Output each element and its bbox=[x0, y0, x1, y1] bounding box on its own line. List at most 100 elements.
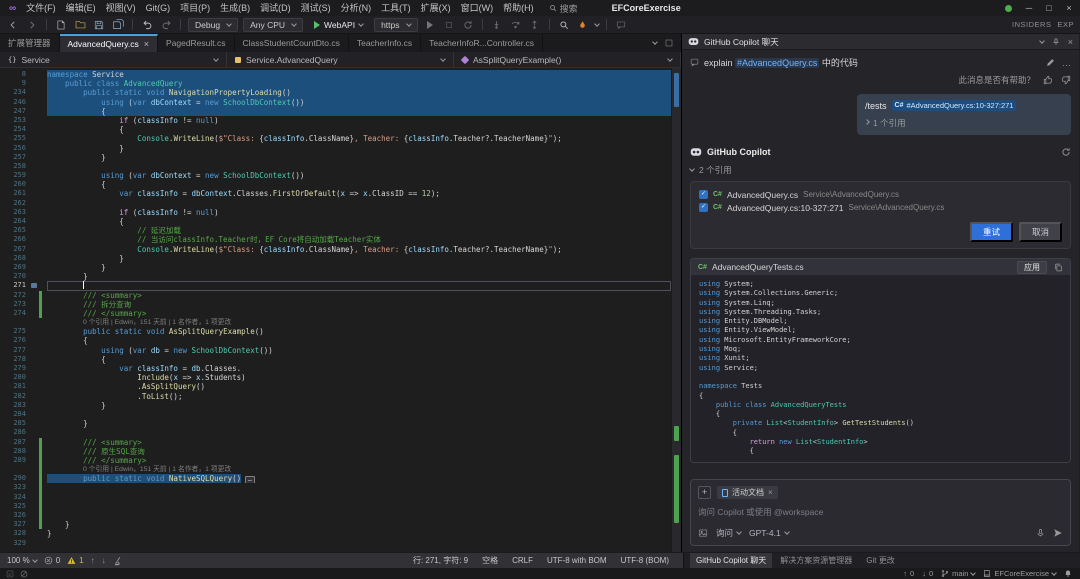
code-line[interactable]: 272 /// <summary> bbox=[0, 291, 671, 300]
code-line[interactable]: 287 /// <summary> bbox=[0, 438, 671, 447]
code-line[interactable]: 323 bbox=[0, 483, 671, 492]
editor-tab[interactable]: TeacherInfoR...Controller.cs bbox=[421, 34, 543, 52]
ide-feedback-icon[interactable] bbox=[614, 18, 628, 32]
window-position-menu-icon[interactable] bbox=[1039, 38, 1045, 44]
menu-item[interactable]: Git(G) bbox=[141, 0, 176, 16]
pin-icon[interactable] bbox=[1052, 38, 1060, 46]
code-line[interactable]: 286 bbox=[0, 428, 671, 437]
dock-tab[interactable]: Git 更改 bbox=[860, 553, 900, 569]
apply-code-button[interactable]: 应用 bbox=[1017, 261, 1047, 274]
menu-item[interactable]: 扩展(X) bbox=[416, 0, 456, 16]
code-line[interactable]: 273 /// 拆分查询 bbox=[0, 300, 671, 309]
find-in-files-icon[interactable] bbox=[557, 18, 571, 32]
menu-item[interactable]: 调试(D) bbox=[255, 0, 296, 16]
code-line[interactable]: 257 } bbox=[0, 153, 671, 162]
code-line[interactable]: 9 public class AdvancedQuery bbox=[0, 79, 671, 88]
voice-input-icon[interactable] bbox=[1036, 528, 1045, 538]
repository-selector[interactable]: EFCoreExercise bbox=[983, 569, 1056, 578]
code-line[interactable]: 234 public static void NavigationPropert… bbox=[0, 88, 671, 97]
line-ending-indicator[interactable]: CRLF bbox=[512, 556, 533, 565]
editor-tab[interactable]: TeacherInfo.cs bbox=[349, 34, 421, 52]
code-line[interactable]: 253 if (classInfo != null) bbox=[0, 116, 671, 125]
code-line[interactable]: 328} bbox=[0, 529, 671, 538]
debug-configuration-dropdown[interactable]: Debug bbox=[188, 18, 238, 32]
editor-tab[interactable]: ClassStudentCountDto.cs bbox=[235, 34, 349, 52]
menu-item[interactable]: 测试(S) bbox=[296, 0, 336, 16]
menu-item[interactable]: 分析(N) bbox=[336, 0, 377, 16]
copilot-status-icon[interactable] bbox=[1005, 5, 1012, 12]
thumbs-down-icon[interactable] bbox=[1061, 75, 1071, 85]
save-icon[interactable] bbox=[92, 18, 106, 32]
redo-icon[interactable] bbox=[159, 18, 173, 32]
code-line[interactable]: 325 bbox=[0, 502, 671, 511]
code-line[interactable]: 284 bbox=[0, 410, 671, 419]
retry-button[interactable]: 重试 bbox=[970, 222, 1013, 242]
code-line[interactable]: 329 bbox=[0, 539, 671, 548]
code-line[interactable]: 290 public static void NativeSQLQuery()… bbox=[0, 474, 671, 483]
code-line[interactable]: 279 var classInfo = db.Classes. bbox=[0, 364, 671, 373]
editor-tab[interactable]: AdvancedQuery.cs× bbox=[60, 34, 158, 52]
editor-tab[interactable]: 扩展管理器 bbox=[0, 34, 60, 52]
step-out-icon[interactable] bbox=[528, 18, 542, 32]
code-line[interactable]: 260 { bbox=[0, 180, 671, 189]
navigate-back-icon[interactable] bbox=[6, 18, 20, 32]
code-cleanup-icon[interactable] bbox=[113, 556, 123, 566]
code-line[interactable]: 262 bbox=[0, 199, 671, 208]
code-line[interactable]: 256 } bbox=[0, 144, 671, 153]
code-line[interactable]: 326 bbox=[0, 511, 671, 520]
breadcrumb-type-dropdown[interactable]: Service.AdvancedQuery bbox=[227, 52, 454, 67]
sync-status-icon[interactable] bbox=[20, 570, 28, 578]
thumbs-up-icon[interactable] bbox=[1043, 75, 1053, 85]
reference-item[interactable]: ✓C#AdvancedQuery.csService\AdvancedQuery… bbox=[699, 188, 1062, 201]
chat-input-box[interactable]: + 活动文档 × 询问 Copilot 或使用 @workspace 询问 GP… bbox=[690, 479, 1071, 546]
code-line[interactable]: 275 public static void AsSplitQueryExamp… bbox=[0, 327, 671, 336]
restart-icon[interactable] bbox=[461, 18, 475, 32]
code-line[interactable]: 0 个引用 | Edwin，151 天前 | 1 名作者，1 项更改 bbox=[0, 465, 671, 474]
next-issue-icon[interactable]: ↓ bbox=[102, 556, 106, 565]
encoding-indicator[interactable]: UTF-8 with BOM bbox=[547, 556, 607, 565]
start-without-debugging-icon[interactable] bbox=[423, 18, 437, 32]
code-line[interactable]: 246 using (var dbContext = new SchoolDbC… bbox=[0, 98, 671, 107]
code-line[interactable]: 283 } bbox=[0, 401, 671, 410]
regenerate-icon[interactable] bbox=[1061, 147, 1071, 157]
code-line[interactable]: 276 { bbox=[0, 336, 671, 345]
indent-mode-indicator[interactable]: 空格 bbox=[482, 555, 498, 566]
remove-context-icon[interactable]: × bbox=[768, 488, 773, 497]
zoom-control[interactable]: 100 % bbox=[7, 556, 37, 565]
code-line[interactable]: 269 } bbox=[0, 263, 671, 272]
codelens[interactable]: 0 个引用 | Edwin，151 天前 | 1 名作者，1 项更改 bbox=[47, 318, 671, 327]
code-line[interactable]: 264 { bbox=[0, 217, 671, 226]
model-dropdown[interactable]: GPT-4.1 bbox=[749, 528, 789, 538]
stop-icon[interactable] bbox=[442, 18, 456, 32]
command-references-toggle[interactable]: 1 个引用 bbox=[865, 117, 1063, 129]
reference-item[interactable]: ✓C#AdvancedQuery.cs:10-327:271Service\Ad… bbox=[699, 201, 1062, 214]
menu-item[interactable]: 帮助(H) bbox=[498, 0, 539, 16]
code-line[interactable]: 289 /// </summary> bbox=[0, 456, 671, 465]
code-line[interactable]: 282 .ToList(); bbox=[0, 392, 671, 401]
send-icon[interactable] bbox=[1053, 528, 1063, 538]
edit-message-icon[interactable] bbox=[1046, 58, 1055, 68]
menu-item[interactable]: 视图(V) bbox=[101, 0, 141, 16]
hot-reload-icon[interactable] bbox=[576, 18, 590, 32]
breadcrumb-project-dropdown[interactable]: {} Service bbox=[0, 52, 227, 67]
cancel-button[interactable]: 取消 bbox=[1019, 222, 1062, 242]
float-window-icon[interactable] bbox=[665, 39, 673, 47]
tab-close-icon[interactable]: × bbox=[144, 39, 149, 49]
code-line[interactable]: 261 var classInfo = dbContext.Classes.Fi… bbox=[0, 189, 671, 198]
maximize-button[interactable]: □ bbox=[1040, 0, 1058, 16]
code-line[interactable]: 265 // 延迟加载 bbox=[0, 226, 671, 235]
code-line[interactable]: 268 } bbox=[0, 254, 671, 263]
launch-profile-dropdown[interactable]: https bbox=[374, 18, 417, 32]
dock-tab[interactable]: GitHub Copilot 聊天 bbox=[690, 553, 772, 569]
code-line[interactable]: 281 .AsSplitQuery() bbox=[0, 382, 671, 391]
incoming-commits[interactable]: ↓0 bbox=[922, 569, 933, 578]
menu-item[interactable]: 窗口(W) bbox=[456, 0, 499, 16]
code-line[interactable]: 263 if (classInfo != null) bbox=[0, 208, 671, 217]
start-debugging-button[interactable]: WebAPI bbox=[308, 18, 369, 32]
code-line[interactable]: 258 bbox=[0, 162, 671, 171]
code-line[interactable]: 280 Include(x => x.Students) bbox=[0, 373, 671, 382]
tab-list-dropdown-icon[interactable] bbox=[652, 39, 658, 45]
menu-item[interactable]: 编辑(E) bbox=[61, 0, 101, 16]
code-line[interactable]: 8namespace Service bbox=[0, 70, 671, 79]
code-line[interactable]: 266 // 当访问classInfo.Teacher时，EF Core将自动加… bbox=[0, 235, 671, 244]
